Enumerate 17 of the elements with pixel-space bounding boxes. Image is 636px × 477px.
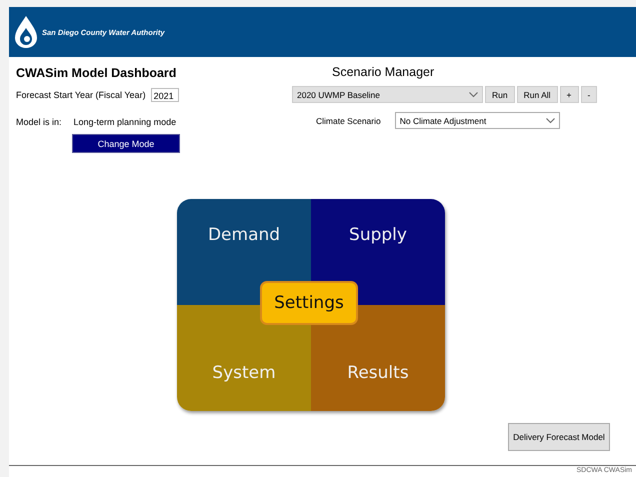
toolbar-button[interactable]: Run All bbox=[516, 86, 558, 103]
toolbar-button[interactable]: + bbox=[560, 86, 578, 103]
field-label: Forecast Start Year (Fiscal Year) bbox=[16, 90, 146, 100]
delivery-forecast-button[interactable]: Delivery Forecast Model bbox=[508, 423, 610, 451]
dashboard-title: CWASim Model Dashboard bbox=[16, 66, 178, 80]
mode-label: Model is in: bbox=[16, 117, 62, 127]
toolbar-button[interactable]: - bbox=[580, 86, 598, 103]
field-label: Climate Scenario bbox=[316, 116, 381, 126]
water-drop-logo-icon bbox=[14, 15, 38, 49]
section-title: Scenario Manager bbox=[332, 65, 436, 79]
scenario-dropdown[interactable]: 2020 UWMP Baseline bbox=[292, 86, 483, 103]
settings-button[interactable]: Settings bbox=[260, 281, 358, 325]
change-mode-button[interactable]: Change Mode bbox=[72, 134, 180, 153]
climate-dropdown[interactable]: No Climate Adjustment bbox=[394, 112, 560, 129]
year-input-field[interactable]: 2021 bbox=[150, 88, 179, 102]
mode-value: Long-term planning mode bbox=[74, 117, 176, 127]
toolbar-button[interactable]: Run bbox=[485, 86, 515, 103]
